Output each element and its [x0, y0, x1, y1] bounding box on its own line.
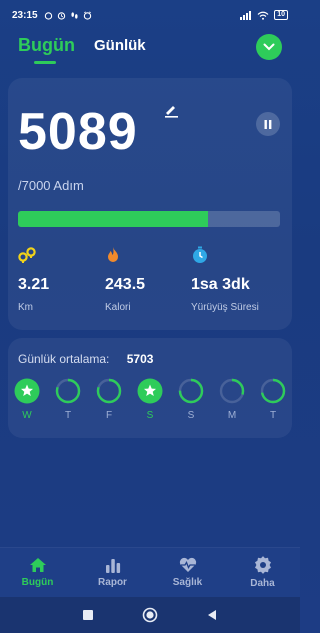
stat-calories: 243.5 Kalori	[105, 246, 145, 313]
step-count: 5089	[18, 103, 138, 161]
signal-icon	[240, 10, 252, 20]
wifi-icon	[257, 11, 269, 20]
nav-health-label: Sağlık	[172, 577, 203, 588]
alarm-icon	[44, 11, 52, 20]
heart-pulse-icon	[179, 557, 196, 572]
nav-health[interactable]: Sağlık	[158, 557, 218, 588]
day-progress-ring	[178, 378, 204, 404]
calories-value: 243.5	[105, 276, 146, 293]
duration-value: 1sa 3dk	[191, 276, 250, 293]
steps-card: 5089 /7000 Adım 3.21 Km 243.5 Kalori 1sa…	[8, 78, 292, 330]
status-bar: 23:15 10	[0, 0, 300, 30]
day-complete-icon	[137, 378, 163, 404]
tab-daily[interactable]: Günlük	[94, 30, 146, 54]
clock-icon	[57, 11, 65, 20]
back-icon[interactable]	[206, 609, 218, 621]
pause-icon	[264, 119, 272, 129]
distance-icon	[18, 247, 36, 263]
daily-average-label: Günlük ortalama:	[18, 352, 110, 366]
stat-distance: 3.21 Km	[18, 246, 49, 313]
chevron-down-icon	[263, 43, 275, 51]
weekly-card: Günlük ortalama: 5703 W T F S S M T	[8, 338, 292, 438]
tab-today[interactable]: Bugün	[18, 30, 75, 64]
step-goal: /7000 Adım	[18, 178, 84, 193]
nav-more[interactable]: Daha	[233, 556, 293, 589]
day-item[interactable]: W	[14, 378, 40, 421]
day-item[interactable]: F	[96, 378, 122, 421]
stat-duration: 1sa 3dk Yürüyüş Süresi	[191, 246, 259, 313]
day-item[interactable]: M	[219, 378, 245, 421]
bar-chart-icon	[105, 559, 120, 573]
duration-label: Yürüyüş Süresi	[191, 302, 259, 313]
nav-report[interactable]: Rapor	[83, 557, 143, 588]
day-complete-icon	[14, 378, 40, 404]
calories-label: Kalori	[105, 302, 131, 313]
distance-label: Km	[18, 302, 33, 313]
system-nav-bar	[0, 597, 300, 633]
day-label: M	[227, 410, 237, 421]
day-label: T	[269, 410, 277, 421]
nav-home[interactable]: Bugün	[8, 557, 68, 588]
timer-icon	[193, 246, 207, 263]
home-button-icon[interactable]	[142, 607, 158, 623]
nav-home-label: Bugün	[21, 577, 54, 588]
distance-value: 3.21	[18, 276, 50, 293]
step-progress-fill	[18, 211, 209, 227]
day-progress-ring	[96, 378, 122, 404]
nav-more-label: Daha	[250, 578, 275, 589]
bottom-nav: Bugün Rapor Sağlık Daha	[0, 547, 300, 597]
day-progress-ring	[219, 378, 245, 404]
recents-icon[interactable]	[82, 609, 94, 621]
day-item[interactable]: S	[178, 378, 204, 421]
expand-button[interactable]	[256, 34, 282, 60]
day-label: S	[187, 410, 195, 421]
day-item[interactable]: S	[137, 378, 163, 421]
pause-button[interactable]	[256, 112, 280, 136]
nav-report-label: Rapor	[98, 577, 127, 588]
day-label: S	[146, 410, 154, 421]
day-label: F	[105, 410, 113, 421]
daily-average-value: 5703	[126, 352, 154, 366]
day-label: T	[64, 410, 72, 421]
top-tabs: Bugün Günlük	[0, 30, 300, 70]
footprint-icon	[71, 11, 78, 19]
step-progress-bar	[18, 211, 280, 227]
daily-average-row: Günlük ortalama: 5703	[18, 352, 153, 366]
day-progress-ring	[55, 378, 81, 404]
battery-icon: 10	[274, 10, 288, 20]
day-item[interactable]: T	[260, 378, 286, 421]
edit-icon[interactable]	[163, 104, 179, 118]
alarm-clock-icon	[83, 11, 91, 20]
status-time: 23:15	[12, 9, 38, 21]
day-progress-ring	[260, 378, 286, 404]
week-days: WTFSSMT	[14, 378, 286, 421]
notification-icons	[44, 11, 92, 20]
day-label: W	[22, 410, 32, 421]
home-icon	[29, 558, 46, 572]
flame-icon	[108, 247, 118, 262]
gear-icon	[254, 556, 271, 574]
day-item[interactable]: T	[55, 378, 81, 421]
